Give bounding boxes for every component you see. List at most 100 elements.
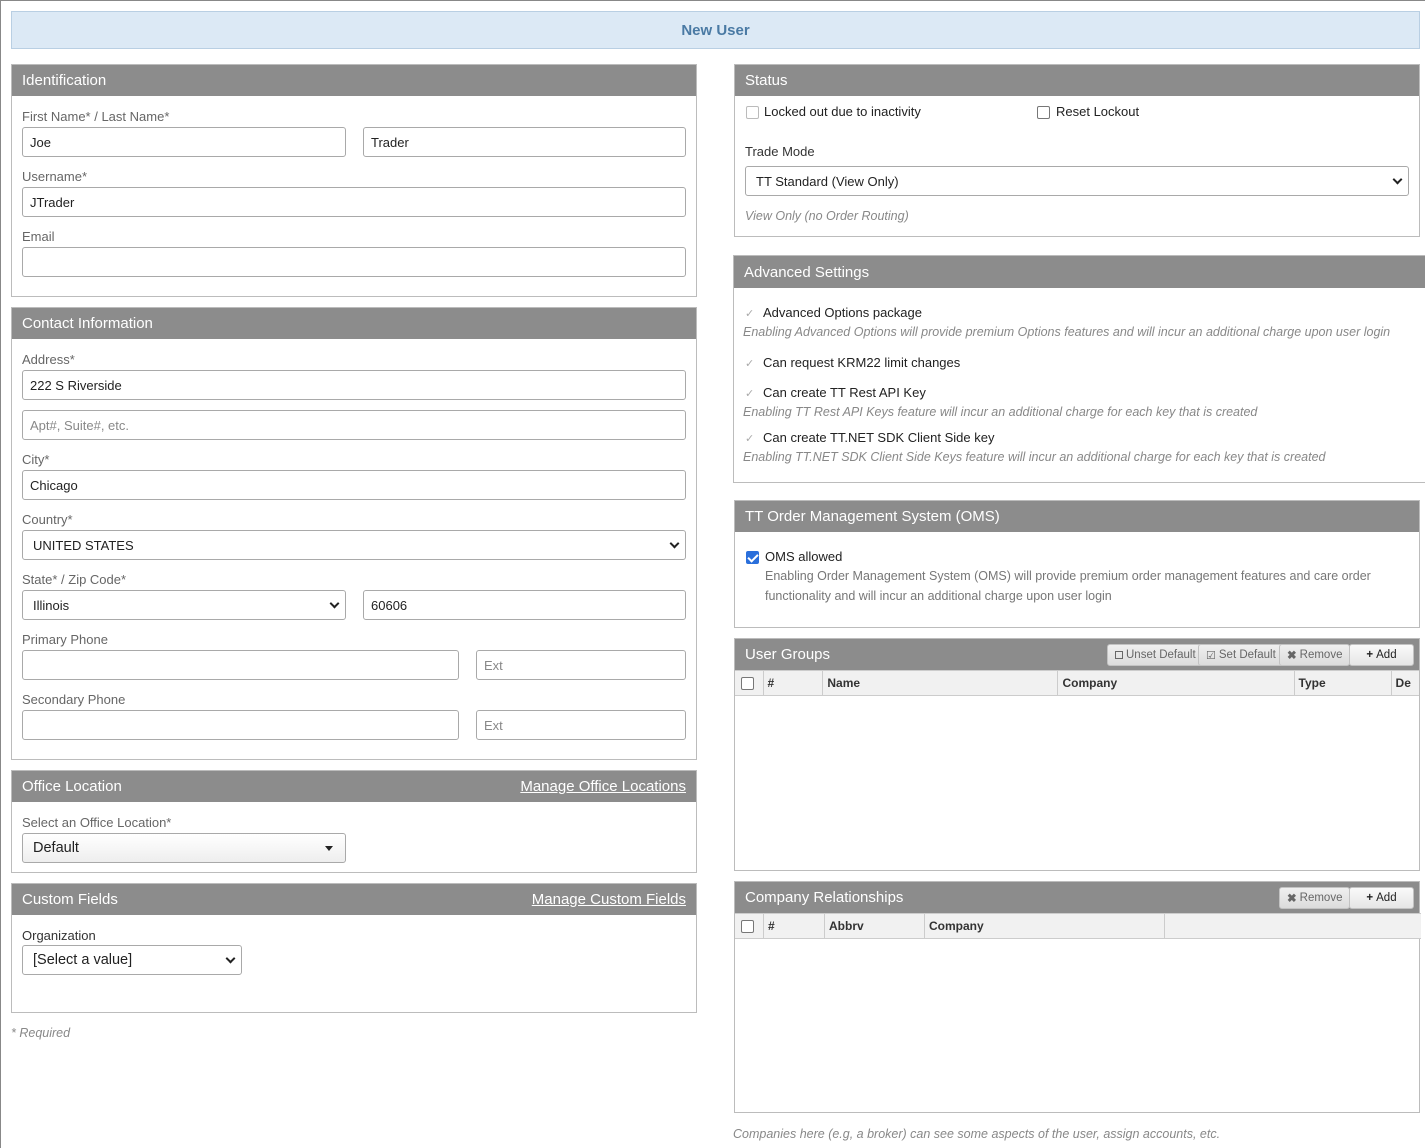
select-all-checkbox[interactable] [741,919,754,933]
locked-out-checkbox[interactable] [746,106,759,119]
add-button[interactable]: + Add [1349,644,1414,666]
advanced-settings-header: Advanced Settings [734,256,1425,288]
chevron-down-icon [329,598,340,609]
col-default[interactable]: De [1392,671,1419,695]
chevron-down-icon [225,953,236,964]
sdk-client-key-label: Can create TT.NET SDK Client Side key [763,430,995,445]
col-company[interactable]: Company [1058,671,1295,695]
company-relationships-panel: Company Relationships ✖ Remove + Add # Abb… [734,881,1421,1113]
col-abbrv[interactable]: Abbrv [825,914,925,938]
state-zip-label: State* / Zip Code* [22,572,127,587]
secondary-phone-input[interactable] [22,710,459,740]
user-groups-table-header: # Name Company Type De [735,670,1419,696]
country-label: Country* [22,512,73,527]
contact-panel: Contact Information Address* 222 S River… [11,307,697,760]
select-all-checkbox[interactable] [741,676,754,690]
reset-lockout-checkbox[interactable] [1037,106,1050,119]
manage-custom-fields-link[interactable]: Manage Custom Fields [532,891,686,908]
primary-phone-input[interactable] [22,650,459,680]
identification-header: Identification [12,65,696,96]
company-relationships-note: Companies here (e.g, a broker) can see s… [733,1127,1221,1141]
zip-input[interactable]: 60606 [363,590,686,620]
office-location-header: Office Location Manage Office Locations [12,771,696,802]
secondary-phone-label: Secondary Phone [22,692,126,707]
contact-header: Contact Information [12,308,696,339]
oms-panel: TT Order Management System (OMS) OMS all… [734,500,1420,628]
col-number[interactable]: # [764,671,824,695]
organization-select[interactable]: [Select a value] [22,945,242,975]
user-groups-panel: User Groups Unset Default ☑ Set Default ✖… [734,638,1420,871]
username-label: Username* [22,169,88,184]
trade-mode-label: Trade Mode [745,144,815,159]
rest-api-key-note: Enabling TT Rest API Keys feature will i… [743,405,1258,419]
checkmark-icon[interactable]: ✓ [745,432,754,445]
locked-out-label: Locked out due to inactivity [764,104,921,119]
advanced-options-label: Advanced Options package [763,305,922,320]
checkmark-icon[interactable]: ✓ [745,307,754,320]
custom-fields-header: Custom Fields Manage Custom Fields [12,884,696,915]
office-location-panel: Office Location Manage Office Locations S… [11,770,697,873]
oms-allowed-label: OMS allowed [765,549,843,564]
state-select[interactable]: Illinois [22,590,346,620]
primary-phone-label: Primary Phone [22,632,108,647]
identification-panel: Identification First Name* / Last Name* … [11,64,697,297]
oms-allowed-checkbox[interactable] [746,551,759,564]
advanced-options-note: Enabling Advanced Options will provide p… [743,325,1391,339]
close-icon: ✖ [1287,893,1297,905]
add-button[interactable]: + Add [1349,887,1414,909]
oms-note-line2: functionality and will incur an addition… [765,589,1112,603]
organization-label: Organization [22,928,96,943]
plus-icon: + [1366,892,1374,904]
custom-fields-panel: Custom Fields Manage Custom Fields Organi… [11,883,697,1013]
reset-lockout-label: Reset Lockout [1056,104,1140,119]
username-input[interactable]: JTrader [22,187,686,217]
checkmark-icon[interactable]: ✓ [745,357,754,370]
checked-box-icon: ☑ [1206,649,1216,662]
page-title: New User [11,11,1420,49]
col-name[interactable]: Name [823,671,1059,695]
set-default-button[interactable]: ☑ Set Default [1198,644,1284,666]
krm22-label: Can request KRM22 limit changes [763,355,961,370]
email-label: Email [22,229,55,244]
status-header: Status [735,65,1419,96]
oms-header: TT Order Management System (OMS) [735,501,1419,532]
address2-input[interactable]: Apt#, Suite#, etc. [22,410,686,440]
first-name-input[interactable]: Joe [22,127,346,157]
chevron-down-icon [1392,174,1403,185]
advanced-settings-panel: Advanced Settings ✓ Advanced Options pac… [733,255,1425,483]
country-select[interactable]: UNITED STATES [22,530,686,560]
sdk-client-key-note: Enabling TT.NET SDK Client Side Keys fea… [743,450,1326,464]
col-number[interactable]: # [764,914,825,938]
primary-ext-input[interactable]: Ext [476,650,686,680]
required-note: * Required [11,1026,71,1040]
trade-mode-note: View Only (no Order Routing) [745,209,909,223]
chevron-down-icon [669,538,680,549]
company-relationships-table-header: # Abbrv Company [735,913,1421,939]
secondary-ext-input[interactable]: Ext [476,710,686,740]
last-name-input[interactable]: Trader [363,127,686,157]
select-all-cell [735,671,764,695]
office-location-select[interactable]: Default [22,833,346,863]
col-company[interactable]: Company [925,914,1165,938]
select-all-cell [735,914,764,938]
address1-input[interactable]: 222 S Riverside [22,370,686,400]
remove-button[interactable]: ✖ Remove [1279,887,1351,909]
plus-icon: + [1366,649,1374,661]
name-label: First Name* / Last Name* [22,109,170,124]
rest-api-key-label: Can create TT Rest API Key [763,385,926,400]
trade-mode-select[interactable]: TT Standard (View Only) [745,166,1409,196]
close-icon: ✖ [1287,650,1297,662]
checkmark-icon[interactable]: ✓ [745,387,754,400]
manage-office-locations-link[interactable]: Manage Office Locations [520,778,686,795]
city-input[interactable]: Chicago [22,470,686,500]
office-select-label: Select an Office Location* [22,815,172,830]
remove-button[interactable]: ✖ Remove [1279,644,1351,666]
city-label: City* [22,452,50,467]
oms-note-line1: Enabling Order Management System (OMS) w… [765,569,1371,583]
status-panel: Status Locked out due to inactivity Rese… [734,64,1420,237]
email-input[interactable] [22,247,686,277]
checkbox-icon [1115,651,1123,659]
address-label: Address* [22,352,75,367]
unset-default-button[interactable]: Unset Default [1107,644,1204,666]
col-type[interactable]: Type [1295,671,1392,695]
